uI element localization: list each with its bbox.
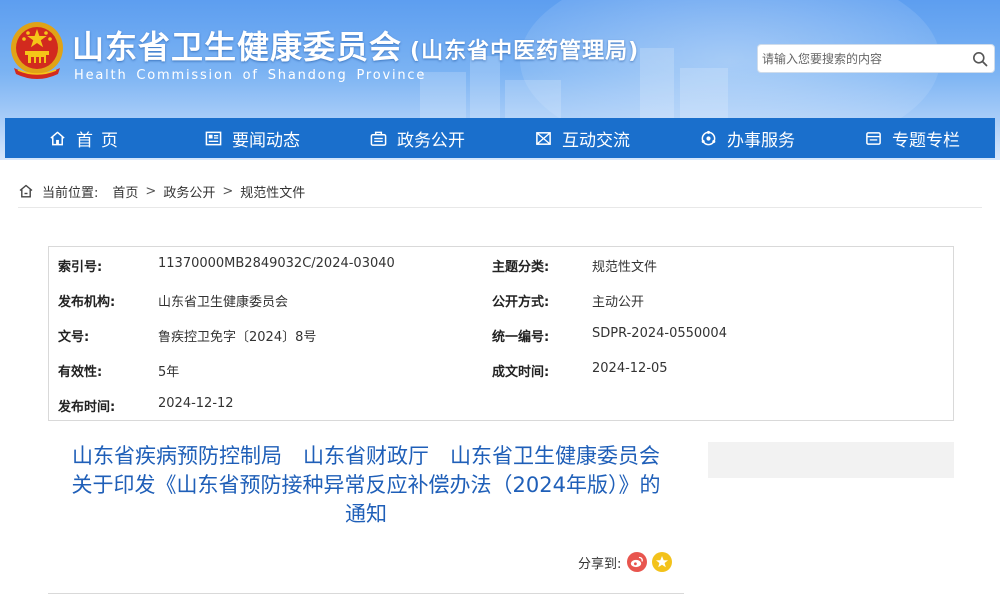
sidebar-placeholder xyxy=(708,442,954,478)
home-icon xyxy=(50,131,65,145)
breadcrumb-link-normative-documents[interactable]: 规范性文件 xyxy=(240,182,305,201)
briefcase-icon xyxy=(370,131,387,146)
meta-row: 有效性: 5年 成文时间: 2024-12-05 xyxy=(58,361,938,381)
banner-building-graphic xyxy=(680,68,728,118)
breadcrumb-link-government-affairs[interactable]: 政务公开 xyxy=(163,182,215,201)
article-title-line: 关于印发《山东省预防接种异常反应补偿办法（2024年版）》的 xyxy=(71,473,661,497)
article-title: 山东省疾病预防控制局 山东省财政厅 山东省卫生健康委员会 关于印发《山东省预防接… xyxy=(48,442,684,529)
column-icon xyxy=(866,131,881,145)
favorite-share-button[interactable] xyxy=(652,552,673,572)
nav-label: 首页 xyxy=(76,130,126,151)
meta-value-validity: 5年 xyxy=(158,365,180,380)
meta-key-open-mode: 公开方式: xyxy=(492,295,550,310)
meta-key-index-no: 索引号: xyxy=(58,260,103,275)
nav-label: 互动交流 xyxy=(562,130,630,151)
news-icon xyxy=(205,131,222,145)
home-icon xyxy=(19,184,33,198)
site-title-sub: (山东省中医药管理局) xyxy=(410,39,640,64)
meta-key-issuer: 发布机构: xyxy=(58,295,116,310)
nav-item-government-affairs[interactable]: 政务公开 xyxy=(335,118,500,158)
breadcrumb-link-home[interactable]: 首页 xyxy=(112,182,138,201)
site-title[interactable]: 山东省卫生健康委员会 (山东省中医药管理局) xyxy=(72,22,639,68)
meta-row: 发布机构: 山东省卫生健康委员会 公开方式: 主动公开 xyxy=(58,291,938,311)
meta-key-validity: 有效性: xyxy=(58,365,103,380)
service-icon xyxy=(701,130,716,145)
divider xyxy=(48,593,684,594)
star-icon xyxy=(656,556,669,568)
meta-row: 发布时间: 2024-12-12 xyxy=(58,396,938,416)
nav-item-services[interactable]: 办事服务 xyxy=(665,118,830,158)
search-box[interactable] xyxy=(757,44,995,73)
nav-item-news[interactable]: 要闻动态 xyxy=(170,118,335,158)
weibo-share-button[interactable] xyxy=(627,552,648,572)
breadcrumb: 当前位置: 首页 > 政务公开 > 规范性文件 xyxy=(18,181,305,201)
meta-key-unified-no: 统一编号: xyxy=(492,330,550,345)
meta-row: 索引号: 11370000MB2849032C/2024-03040 主题分类:… xyxy=(58,256,938,276)
article-title-line: 通知 xyxy=(345,502,387,526)
interaction-icon xyxy=(536,131,551,145)
share-bar: 分享到: xyxy=(578,552,673,572)
main-nav: 首页 要闻动态 政务公开 互动交流 办事服务 专题专栏 xyxy=(5,118,995,158)
meta-value-unified-no: SDPR-2024-0550004 xyxy=(592,326,727,341)
breadcrumb-label: 当前位置: xyxy=(42,185,99,201)
nav-label: 政务公开 xyxy=(397,130,465,151)
search-input[interactable] xyxy=(762,47,962,71)
meta-key-publish-date: 发布时间: xyxy=(58,400,116,415)
nav-item-interaction[interactable]: 互动交流 xyxy=(500,118,665,158)
breadcrumb-separator: > xyxy=(145,183,157,199)
banner-building-graphic xyxy=(640,48,674,118)
meta-key-doc-no: 文号: xyxy=(58,330,90,345)
weibo-icon xyxy=(631,556,644,568)
meta-key-topic: 主题分类: xyxy=(492,260,550,275)
national-emblem-icon xyxy=(11,22,63,79)
nav-label: 办事服务 xyxy=(727,130,795,151)
banner-building-graphic xyxy=(505,80,561,118)
site-title-main: 山东省卫生健康委员会 xyxy=(72,28,403,66)
nav-item-special-column[interactable]: 专题专栏 xyxy=(830,118,995,158)
banner-building-graphic xyxy=(420,72,466,118)
nav-item-home[interactable]: 首页 xyxy=(5,118,170,158)
search-icon[interactable] xyxy=(972,51,988,67)
meta-row: 文号: 鲁疾控卫免字〔2024〕8号 统一编号: SDPR-2024-05500… xyxy=(58,326,938,346)
document-meta-table: 索引号: 11370000MB2849032C/2024-03040 主题分类:… xyxy=(48,246,954,421)
meta-value-open-mode: 主动公开 xyxy=(592,295,645,310)
meta-value-topic: 规范性文件 xyxy=(592,260,658,275)
nav-label: 要闻动态 xyxy=(232,130,300,151)
breadcrumb-separator: > xyxy=(222,183,234,199)
meta-value-doc-no: 鲁疾控卫免字〔2024〕8号 xyxy=(158,330,317,345)
meta-value-written-date: 2024-12-05 xyxy=(592,361,668,376)
meta-value-index-no: 11370000MB2849032C/2024-03040 xyxy=(158,256,395,271)
share-label: 分享到: xyxy=(578,556,622,572)
divider xyxy=(18,207,982,208)
article-title-line: 山东省疾病预防控制局 山东省财政厅 山东省卫生健康委员会 xyxy=(72,444,660,468)
site-title-english: Health Commission of Shandong Province xyxy=(74,68,427,83)
meta-key-written-date: 成文时间: xyxy=(492,365,550,380)
nav-label: 专题专栏 xyxy=(892,130,960,151)
meta-value-publish-date: 2024-12-12 xyxy=(158,396,234,411)
meta-value-issuer: 山东省卫生健康委员会 xyxy=(158,295,289,310)
